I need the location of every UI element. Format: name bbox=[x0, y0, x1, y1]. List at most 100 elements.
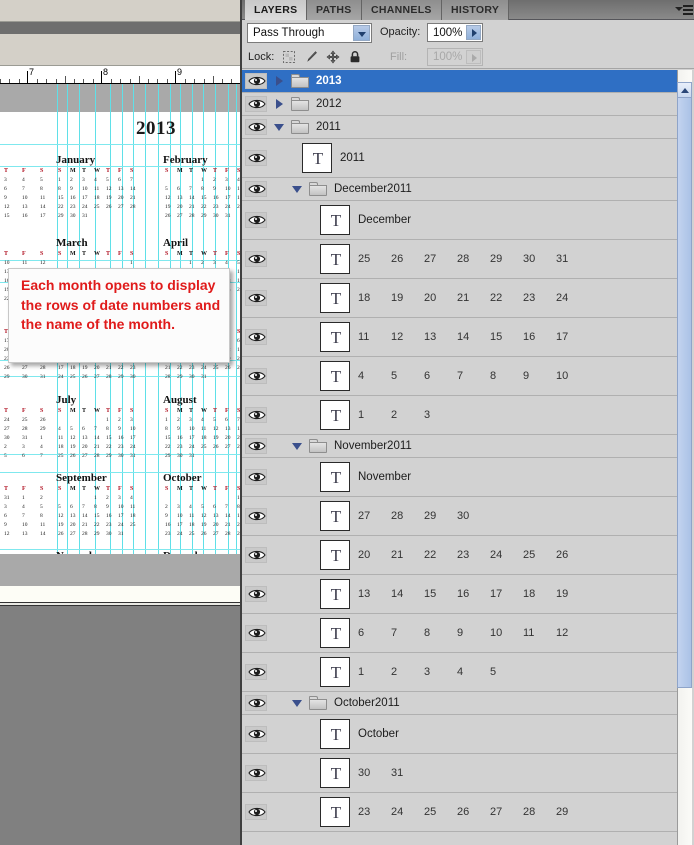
chevron-down-icon[interactable] bbox=[353, 25, 370, 41]
text-layer-thumbnail[interactable]: T bbox=[320, 283, 350, 313]
layer-row[interactable]: T November bbox=[242, 458, 679, 497]
eye-icon[interactable] bbox=[245, 695, 267, 711]
eye-icon[interactable] bbox=[245, 508, 267, 524]
text-layer-thumbnail[interactable]: T bbox=[320, 462, 350, 492]
app-menubar[interactable] bbox=[0, 22, 240, 34]
eye-icon[interactable] bbox=[245, 251, 267, 267]
layer-group-row[interactable]: December2011 bbox=[242, 178, 679, 201]
transparency-lock-icon[interactable] bbox=[282, 50, 296, 64]
lock-all-icon[interactable] bbox=[348, 50, 362, 64]
eye-icon[interactable] bbox=[245, 119, 267, 135]
calendar-day-number-partial: 30 bbox=[22, 374, 28, 380]
eye-icon[interactable] bbox=[245, 586, 267, 602]
tab-channels[interactable]: CHANNELS bbox=[362, 0, 442, 20]
text-layer-thumbnail[interactable]: T bbox=[320, 361, 350, 391]
text-layer-thumbnail[interactable]: T bbox=[302, 143, 332, 173]
text-layer-thumbnail[interactable]: T bbox=[320, 400, 350, 430]
brush-lock-icon[interactable] bbox=[304, 50, 318, 64]
layer-group-row[interactable]: 2011 bbox=[242, 116, 679, 139]
layer-list[interactable]: 2013 2012 2011 T 2011 December2011 T December T 2… bbox=[242, 70, 679, 845]
type-T-glyph: T bbox=[330, 289, 342, 308]
eye-icon[interactable] bbox=[245, 726, 267, 742]
eye-icon[interactable] bbox=[245, 73, 267, 89]
chevron-right-icon[interactable] bbox=[274, 99, 285, 110]
layer-row[interactable]: T 20 21 22 23 24 25 26 bbox=[242, 536, 679, 575]
layer-row[interactable]: T 6 7 8 9 10 11 12 bbox=[242, 614, 679, 653]
calendar-day-number: 10 bbox=[189, 426, 195, 432]
text-layer-thumbnail[interactable]: T bbox=[320, 719, 350, 749]
calendar-day-number-partial: 28 bbox=[40, 365, 46, 371]
chevron-right-icon[interactable] bbox=[274, 76, 285, 87]
layer-group-row[interactable]: 2012 bbox=[242, 93, 679, 116]
layer-row[interactable]: T 18 19 20 21 22 23 24 bbox=[242, 279, 679, 318]
chevron-down-icon[interactable] bbox=[274, 122, 285, 133]
text-layer-thumbnail[interactable]: T bbox=[320, 540, 350, 570]
tab-paths[interactable]: PATHS bbox=[307, 0, 362, 20]
blend-mode-select[interactable]: Pass Through bbox=[247, 23, 372, 43]
eye-icon[interactable] bbox=[245, 407, 267, 423]
calendar-day-number: 29 bbox=[118, 374, 124, 380]
opacity-input[interactable]: 100% bbox=[427, 23, 483, 42]
eye-icon[interactable] bbox=[245, 212, 267, 228]
layers-scrollbar-thumb[interactable] bbox=[677, 82, 692, 688]
text-layer-thumbnail[interactable]: T bbox=[320, 618, 350, 648]
layer-group-row[interactable]: October2011 bbox=[242, 692, 679, 715]
scroll-up-arrow-icon[interactable] bbox=[677, 82, 692, 98]
text-layer-thumbnail[interactable]: T bbox=[320, 797, 350, 827]
tab-history[interactable]: HISTORY bbox=[442, 0, 510, 20]
panel-menu-icon[interactable] bbox=[675, 3, 693, 17]
eye-icon[interactable] bbox=[245, 329, 267, 345]
eye-icon[interactable] bbox=[245, 438, 267, 454]
layer-row[interactable]: T 23 24 25 26 27 28 29 bbox=[242, 793, 679, 832]
folder-icon bbox=[309, 182, 327, 196]
eye-icon[interactable] bbox=[245, 469, 267, 485]
layer-row[interactable]: T December bbox=[242, 201, 679, 240]
calendar-day-number: 31 bbox=[130, 453, 136, 459]
date-number: 14 bbox=[457, 331, 470, 343]
text-layer-thumbnail[interactable]: T bbox=[320, 205, 350, 235]
text-layer-thumbnail[interactable]: T bbox=[320, 657, 350, 687]
eye-icon[interactable] bbox=[245, 368, 267, 384]
eye-icon[interactable] bbox=[245, 181, 267, 197]
chevron-down-icon[interactable] bbox=[292, 184, 303, 195]
text-layer-thumbnail[interactable]: T bbox=[320, 758, 350, 788]
layer-row[interactable]: T 27 28 29 30 bbox=[242, 497, 679, 536]
eye-icon[interactable] bbox=[245, 290, 267, 306]
calendar-day-number: 23 bbox=[106, 522, 112, 528]
layer-row[interactable]: T 25 26 27 28 29 30 31 bbox=[242, 240, 679, 279]
layer-group-row[interactable]: 2013 bbox=[242, 70, 679, 93]
calendar-day-number: 1 bbox=[189, 260, 192, 266]
eye-icon[interactable] bbox=[245, 547, 267, 563]
calendar-day-number: 28 bbox=[165, 374, 171, 380]
layer-row[interactable]: T October bbox=[242, 715, 679, 754]
layer-row[interactable]: T 30 31 bbox=[242, 754, 679, 793]
layer-row[interactable]: T 4 5 6 7 8 9 10 bbox=[242, 357, 679, 396]
opacity-slider-arrow-icon[interactable] bbox=[466, 25, 481, 40]
calendar-day-number: 9 bbox=[165, 513, 168, 519]
tab-layers[interactable]: LAYERS bbox=[245, 0, 308, 20]
text-layer-thumbnail[interactable]: T bbox=[320, 322, 350, 352]
eye-icon[interactable] bbox=[245, 625, 267, 641]
text-layer-thumbnail[interactable]: T bbox=[320, 501, 350, 531]
eye-icon[interactable] bbox=[245, 664, 267, 680]
eye-icon[interactable] bbox=[245, 96, 267, 112]
layer-row[interactable]: T 1 2 3 4 5 bbox=[242, 653, 679, 692]
layer-row[interactable]: T 1 2 3 bbox=[242, 396, 679, 435]
panel-tab-strip: LAYERS PATHS CHANNELS HISTORY bbox=[242, 0, 694, 20]
ruler-tick-major bbox=[101, 71, 102, 83]
move-lock-icon[interactable] bbox=[326, 50, 340, 64]
layer-row[interactable]: T 11 12 13 14 15 16 17 bbox=[242, 318, 679, 357]
text-layer-thumbnail[interactable]: T bbox=[320, 579, 350, 609]
layer-row[interactable]: T 13 14 15 16 17 18 19 bbox=[242, 575, 679, 614]
text-layer-thumbnail[interactable]: T bbox=[320, 244, 350, 274]
chevron-down-icon[interactable] bbox=[292, 441, 303, 452]
calendar-day-number: 4 bbox=[94, 177, 97, 183]
chevron-down-icon[interactable] bbox=[292, 698, 303, 709]
eye-icon[interactable] bbox=[245, 765, 267, 781]
eye-icon[interactable] bbox=[245, 150, 267, 166]
canvas-area[interactable]: 2013 January S M T W T F S 1 2 3 4 5 6 7 8 9 10 11 12 13 14 15 1… bbox=[0, 84, 240, 674]
layer-row[interactable]: T 2011 bbox=[242, 139, 679, 178]
layer-group-row[interactable]: November2011 bbox=[242, 435, 679, 458]
eye-icon[interactable] bbox=[245, 804, 267, 820]
tool-options-bar[interactable] bbox=[0, 34, 240, 66]
